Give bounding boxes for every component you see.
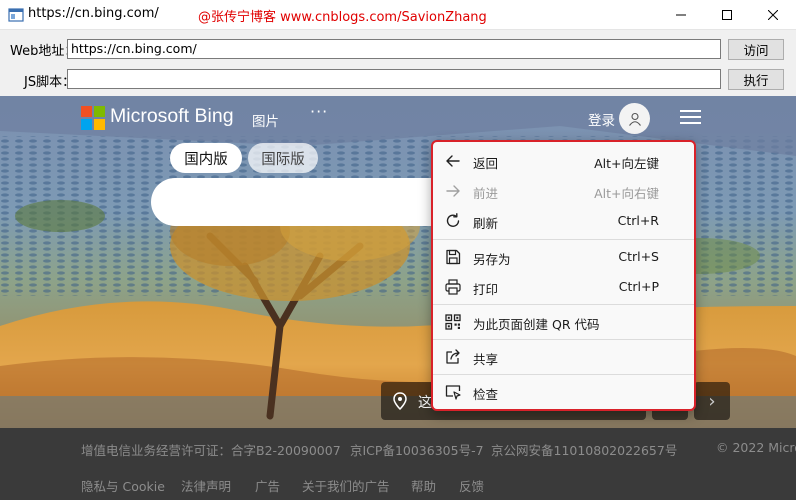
footer-help-link[interactable]: 帮助 <box>411 476 436 495</box>
avatar[interactable] <box>619 103 650 134</box>
close-icon <box>768 10 778 20</box>
app-window-icon <box>8 8 24 22</box>
back-arrow-icon <box>446 155 460 167</box>
image-next-button[interactable]: › <box>694 382 730 420</box>
hamburger-menu-icon[interactable] <box>680 109 701 125</box>
menu-item-shortcut: Ctrl+P <box>618 279 659 294</box>
footer-icp[interactable]: 京ICP备10036305号-7 <box>350 440 484 459</box>
tab-international[interactable]: 国际版 <box>248 143 318 173</box>
menu-separator <box>433 374 694 375</box>
context-menu: 返回 Alt+向左键 前进 Alt+向右键 刷新 Ctrl+R 另存为 Ctrl… <box>431 140 696 411</box>
nav-more-button[interactable]: ··· <box>310 102 328 121</box>
menu-separator <box>433 339 694 340</box>
menu-item-label: 另存为 <box>473 252 511 267</box>
footer-ads-link[interactable]: 广告 <box>255 476 280 495</box>
title-bar: https://cn.bing.com/ @张传宁博客 www.cnblogs.… <box>0 0 796 30</box>
tab-domestic[interactable]: 国内版 <box>170 143 242 173</box>
footer-privacy-link[interactable]: 隐私与 Cookie <box>81 476 165 495</box>
address-toolbar: Web地址： https://cn.bing.com/ 访问 JS脚本： 执行 <box>0 31 796 95</box>
qr-code-icon <box>445 314 461 330</box>
image-info-text: 这 <box>418 395 432 411</box>
inspect-icon <box>445 385 461 400</box>
url-input[interactable]: https://cn.bing.com/ <box>67 39 721 59</box>
menu-item-label: 前进 <box>473 186 499 201</box>
menu-item-save-as[interactable]: 另存为 Ctrl+S <box>433 243 694 271</box>
microsoft-logo-icon[interactable] <box>81 106 105 130</box>
close-button[interactable] <box>750 0 796 30</box>
footer-feedback-link[interactable]: 反馈 <box>459 476 484 495</box>
forward-arrow-icon <box>446 185 460 197</box>
minimize-icon <box>676 14 686 16</box>
menu-separator <box>433 304 694 305</box>
user-icon <box>628 112 641 126</box>
execute-button[interactable]: 执行 <box>728 69 784 90</box>
maximize-icon <box>722 10 732 20</box>
menu-item-qr-code[interactable]: 为此页面创建 QR 代码 <box>433 308 694 336</box>
menu-item-shortcut: Ctrl+R <box>617 213 659 228</box>
bing-brand[interactable]: Microsoft Bing <box>110 105 234 128</box>
menu-item-forward[interactable]: 前进 Alt+向右键 <box>433 177 694 205</box>
print-icon <box>445 279 461 295</box>
page-footer: 增值电信业务经营许可证：合字B2-20090007 京ICP备10036305号… <box>0 428 796 500</box>
share-icon <box>446 349 460 364</box>
footer-public-security[interactable]: 京公网安备11010802022657号 <box>491 440 677 459</box>
menu-item-inspect[interactable]: 检查 <box>433 378 694 406</box>
maximize-button[interactable] <box>704 0 750 30</box>
menu-item-shortcut: Alt+向左键 <box>594 156 659 171</box>
menu-item-shortcut: Alt+向右键 <box>594 186 659 201</box>
footer-copyright: © 2022 Micros <box>716 440 796 455</box>
nav-images-link[interactable]: 图片 <box>252 110 279 130</box>
menu-item-back[interactable]: 返回 Alt+向左键 <box>433 147 694 175</box>
footer-legal-link[interactable]: 法律声明 <box>181 476 231 495</box>
menu-item-label: 为此页面创建 QR 代码 <box>473 317 600 332</box>
save-icon <box>446 249 461 265</box>
visit-button[interactable]: 访问 <box>728 39 784 60</box>
menu-item-label: 检查 <box>473 387 499 402</box>
location-pin-icon <box>393 392 407 410</box>
menu-item-label: 共享 <box>473 352 499 367</box>
window-title: https://cn.bing.com/ <box>28 6 159 21</box>
refresh-icon <box>446 213 460 227</box>
menu-item-share[interactable]: 共享 <box>433 343 694 371</box>
login-link[interactable]: 登录 <box>588 109 615 129</box>
menu-item-label: 刷新 <box>473 216 499 231</box>
js-script-input[interactable] <box>67 69 721 89</box>
watermark-text: @张传宁博客 www.cnblogs.com/SavionZhang <box>198 10 487 25</box>
menu-item-label: 打印 <box>473 282 499 297</box>
footer-about-ads-link[interactable]: 关于我们的广告 <box>302 476 390 495</box>
menu-item-shortcut: Ctrl+S <box>618 249 659 264</box>
minimize-button[interactable] <box>658 0 704 30</box>
menu-separator <box>433 239 694 240</box>
menu-item-label: 返回 <box>473 156 499 171</box>
menu-item-print[interactable]: 打印 Ctrl+P <box>433 273 694 301</box>
footer-license[interactable]: 增值电信业务经营许可证：合字B2-20090007 <box>81 440 341 459</box>
menu-item-refresh[interactable]: 刷新 Ctrl+R <box>433 207 694 235</box>
